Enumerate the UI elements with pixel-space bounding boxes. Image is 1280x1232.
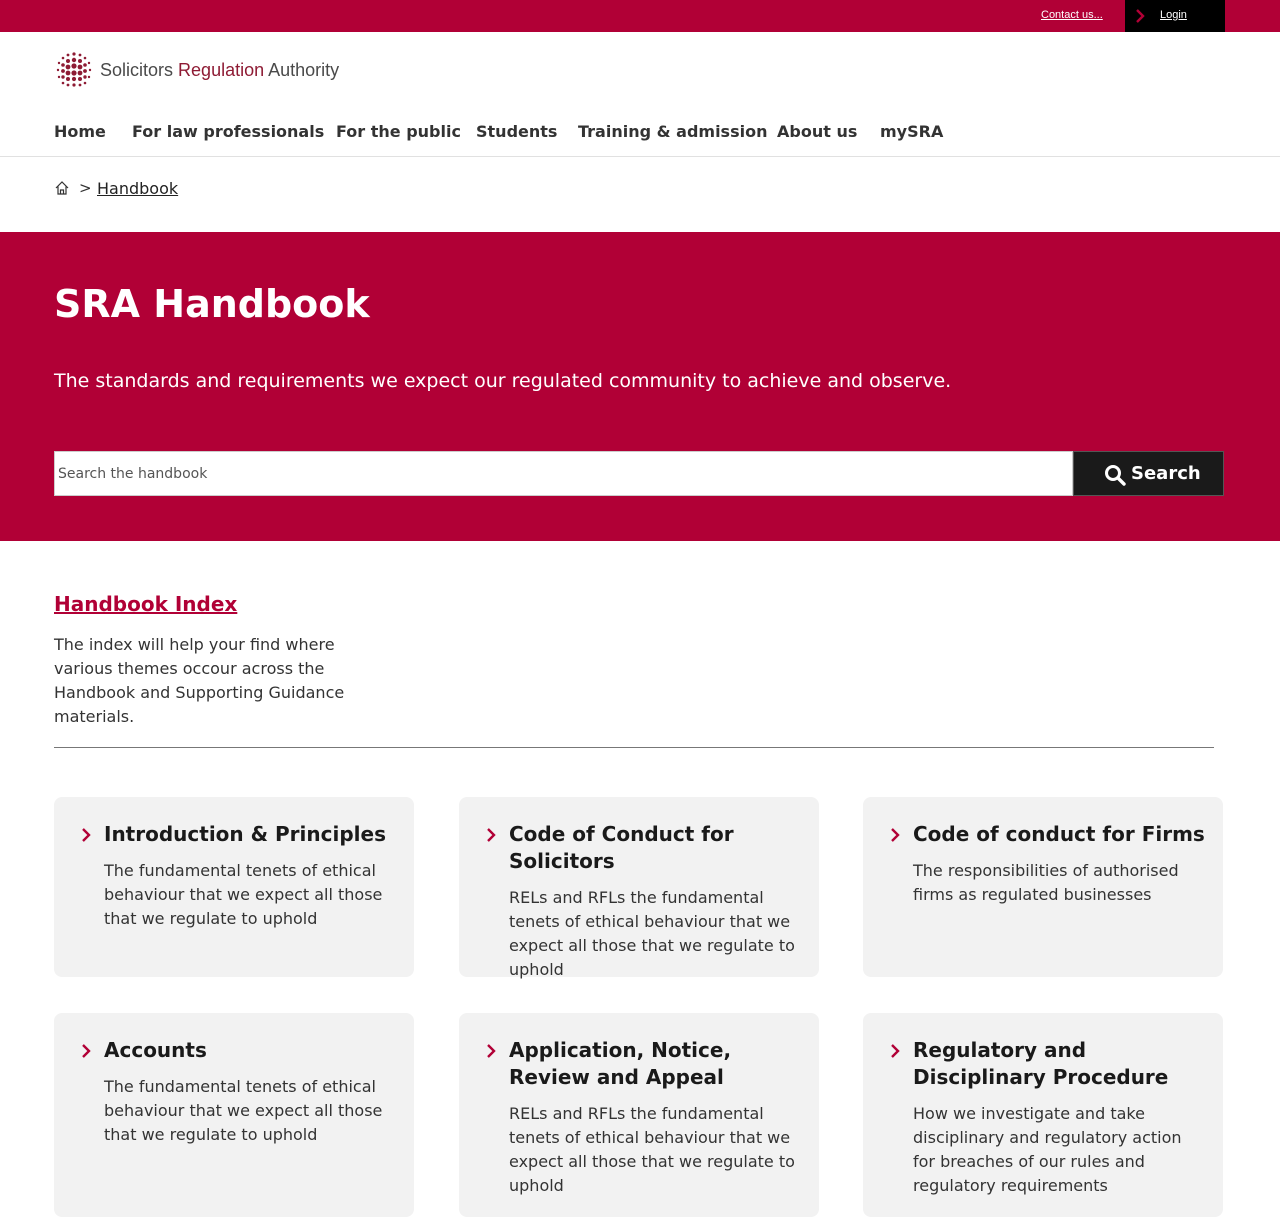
logo-wordmark: Solicitors Regulation Authority [100, 60, 339, 81]
login-button[interactable]: Login [1125, 0, 1225, 32]
handbook-index-link[interactable]: Handbook Index [54, 592, 237, 616]
card-code-of-conduct-firms[interactable]: Code of conduct for Firms The responsibi… [863, 797, 1223, 977]
logo-word-authority: Authority [268, 60, 340, 80]
breadcrumb-separator: > [79, 179, 92, 197]
card-regulatory-disciplinary-procedure[interactable]: Regulatory and Disciplinary Procedure Ho… [863, 1013, 1223, 1217]
card-code-of-conduct-solicitors[interactable]: Code of Conduct for Solicitors RELs and … [459, 797, 819, 979]
card-introduction-principles[interactable]: Introduction & Principles The fundamenta… [54, 797, 414, 977]
card-description: RELs and RFLs the fundamental tenets of … [509, 1104, 795, 1195]
card-title: Application, Notice, Review and Appeal [509, 1038, 732, 1089]
chevron-right-icon [487, 1044, 496, 1058]
handbook-index-description: The index will help your find where vari… [54, 635, 345, 726]
chevron-right-icon [487, 828, 496, 842]
nav-item-for-the-public[interactable]: For the public [336, 122, 461, 141]
logo-word-solicitors: Solicitors [100, 60, 174, 80]
search-icon [1105, 465, 1126, 486]
card-title: Code of conduct for Firms [913, 822, 1205, 846]
chevron-right-icon [1136, 9, 1145, 23]
nav-item-students[interactable]: Students [476, 122, 557, 141]
card-title: Introduction & Principles [104, 822, 386, 846]
search-button-label: Search [1131, 463, 1201, 484]
login-label: Login [1160, 9, 1187, 21]
chevron-right-icon [82, 828, 91, 842]
card-description: The fundamental tenets of ethical behavi… [104, 1077, 383, 1144]
card-description: RELs and RFLs the fundamental tenets of … [509, 888, 795, 979]
page-title: SRA Handbook [54, 282, 370, 326]
utility-bar: Contact us... Login [0, 0, 1280, 32]
chevron-right-icon [891, 828, 900, 842]
card-title: Code of Conduct for Solicitors [509, 822, 734, 873]
card-title: Accounts [104, 1038, 207, 1062]
section-divider [54, 747, 1214, 748]
breadcrumb-handbook-link[interactable]: Handbook [97, 179, 178, 198]
nav-divider [0, 156, 1280, 157]
hero-subtitle: The standards and requirements we expect… [54, 370, 952, 392]
contact-us-link[interactable]: Contact us... [1041, 9, 1103, 21]
nav-item-for-law-professionals[interactable]: For law professionals [132, 122, 324, 141]
home-icon[interactable] [54, 180, 70, 196]
nav-item-home[interactable]: Home [54, 122, 106, 141]
nav-item-training-admission[interactable]: Training & admission [578, 122, 767, 141]
handbook-search-input[interactable] [54, 451, 1073, 496]
card-description: The fundamental tenets of ethical behavi… [104, 861, 383, 928]
card-accounts[interactable]: Accounts The fundamental tenets of ethic… [54, 1013, 414, 1217]
chevron-right-icon [82, 1044, 91, 1058]
nav-item-mysra[interactable]: mySRA [880, 122, 943, 141]
nav-item-about-us[interactable]: About us [777, 122, 857, 141]
search-button[interactable]: Search [1073, 451, 1224, 496]
logo-word-regulation: Regulation [178, 60, 265, 80]
chevron-right-icon [891, 1044, 900, 1058]
card-description: The responsibilities of authorised firms… [913, 861, 1179, 904]
card-description: How we investigate and take disciplinary… [913, 1104, 1182, 1195]
hero-banner: SRA Handbook The standards and requireme… [0, 232, 1280, 541]
card-title: Regulatory and Disciplinary Procedure [913, 1038, 1169, 1089]
dot-grid-logo-icon [56, 52, 92, 87]
card-application-notice-review-appeal[interactable]: Application, Notice, Review and Appeal R… [459, 1013, 819, 1217]
